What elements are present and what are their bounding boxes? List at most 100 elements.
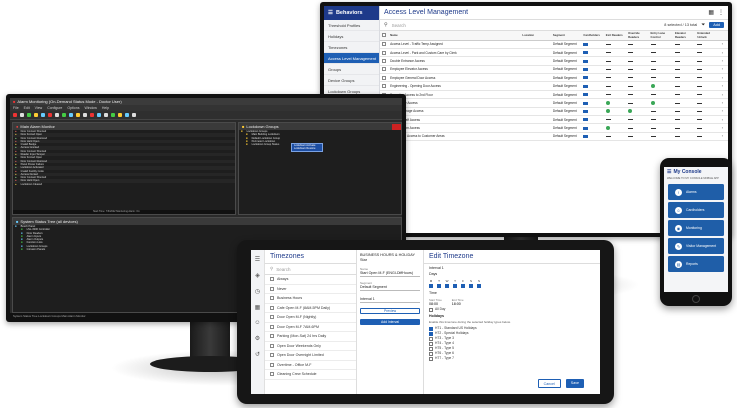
day-toggle[interactable]: F [461,279,465,288]
toolbar-icon[interactable] [83,113,87,117]
chevron-right-icon[interactable]: › [722,118,723,122]
access-level-name[interactable]: Parking Garage Access [388,107,521,117]
table-row[interactable]: Main Lobby Access Default Segment › [380,98,728,108]
row-open-cell[interactable]: › [719,115,728,125]
select-all-header[interactable] [380,31,389,41]
chevron-right-icon[interactable]: › [722,93,723,97]
row-open-cell[interactable]: › [719,98,728,108]
sidebar-item-timezones[interactable]: Timezones [324,42,379,53]
row-open-cell[interactable]: › [719,73,728,83]
list-item[interactable]: Cafe Open M-F (8AM-5PM Daily) [265,304,356,313]
menu-icon[interactable]: ☰ [255,256,260,263]
start-time-field[interactable]: Start Time 08:00 [429,298,442,306]
menu-item[interactable]: Options [67,106,79,110]
toolbar-icon[interactable] [41,113,45,117]
access-level-name[interactable]: Access Level - Park and Custom Care by C… [388,48,521,58]
cancel-button[interactable]: Cancel [537,379,561,388]
search-input[interactable]: Search [276,267,290,272]
row-open-cell[interactable]: › [719,107,728,117]
add-button[interactable]: Add [709,22,724,28]
row-checkbox[interactable] [380,73,389,83]
checkbox-icon[interactable] [270,353,274,358]
menu-item[interactable]: View [35,106,43,110]
day-toggle[interactable]: S [469,279,473,288]
table-row[interactable]: Engineering - Opening Door Access Default… [380,81,728,91]
toolbar-icon[interactable] [132,113,136,117]
chevron-right-icon[interactable]: › [722,59,723,63]
table-row[interactable]: Access Level - Park and Custom Care by C… [380,48,728,58]
menu-item[interactable]: Configure [47,106,62,110]
row-checkbox[interactable] [380,65,389,75]
access-level-name[interactable]: Employee Elevator Access [388,65,521,75]
checkbox-icon[interactable] [270,334,274,339]
grid-icon[interactable]: ▦ [255,304,261,311]
add-interval-button[interactable]: Add Interval [360,318,420,325]
table-row[interactable]: Employee Elevator Access Default Segment › [380,65,728,75]
checkbox-icon[interactable] [270,362,274,367]
day-toggle[interactable]: T [453,279,457,288]
cardholders-cell[interactable] [581,132,604,142]
checkbox-icon[interactable] [270,286,274,291]
menu-item[interactable]: File [13,106,19,110]
column-header[interactable]: Name [388,31,521,41]
clock-icon[interactable]: ◷ [255,288,260,295]
search-input[interactable]: Search [392,23,661,28]
interval-row[interactable]: Interval 1 [360,297,420,303]
access-level-name[interactable]: Double Entrance Access [388,56,521,66]
row-checkbox[interactable] [380,48,389,58]
checkbox-icon[interactable] [270,315,274,320]
list-item[interactable]: Overtime - Office M-F [265,361,356,370]
list-item[interactable]: Business Hours [265,294,356,304]
toolbar-icon[interactable] [27,113,31,117]
row-checkbox[interactable] [380,40,389,49]
chevron-right-icon[interactable]: › [722,67,723,71]
column-header[interactable]: Location [520,31,551,41]
context-menu-item[interactable]: Lockdown Restore [292,147,322,150]
chevron-right-icon[interactable]: › [722,42,723,46]
home-button[interactable] [692,295,700,303]
table-row[interactable]: Warehouse Access to Customer Areas Defaul… [380,132,728,142]
tile-alarms[interactable]: ! Alarms [668,184,724,200]
access-level-name[interactable]: Server Room Access [388,123,521,133]
day-toggle[interactable]: S [477,279,481,288]
cardholders-cell[interactable] [581,115,604,125]
checkbox-icon[interactable] [270,372,274,377]
toolbar-icon[interactable] [62,113,66,117]
checkbox-icon[interactable] [270,324,274,329]
access-level-name[interactable]: Employee General Door Access [388,73,521,83]
chevron-right-icon[interactable]: › [722,101,723,105]
preview-button[interactable]: Preview [360,307,420,314]
chevron-right-icon[interactable]: › [722,51,723,55]
cardholders-cell[interactable] [581,107,604,117]
alarm-row[interactable]: ● Lockdown Cleared [13,183,235,186]
access-level-name[interactable]: Access Level - Traffic Temp Assigned [388,40,521,49]
checkbox-icon[interactable] [270,296,274,301]
list-item[interactable]: Parking (Mon-Sat) 24 hrs Daily [265,332,356,342]
history-icon[interactable]: ↺ [255,351,260,358]
table-row[interactable]: Security Staff Access Default Segment › [380,115,728,125]
row-open-cell[interactable]: › [719,132,728,142]
cardholders-cell[interactable] [581,123,604,133]
checkbox-icon[interactable] [270,277,274,282]
user-icon[interactable]: ☺ [254,320,260,326]
access-level-name[interactable]: Main Lobby Access [388,98,521,108]
tile-monitoring[interactable]: ◉ Monitoring [668,220,724,236]
checkbox-icon[interactable] [270,343,274,348]
row-open-cell[interactable]: › [719,123,728,133]
table-row[interactable]: Executive Access to 2nd Floor Default Seg… [380,90,728,100]
cardholders-cell[interactable] [581,81,604,91]
toolbar-icon[interactable] [111,113,115,117]
row-open-cell[interactable]: › [719,90,728,100]
shield-icon[interactable]: ◈ [255,272,260,279]
filter-icon[interactable]: ⏷ [701,22,705,28]
access-level-name[interactable]: Engineering - Opening Door Access [388,81,521,91]
day-toggle[interactable]: M [429,279,433,288]
toolbar-icon[interactable] [118,113,122,117]
access-level-name[interactable]: Executive Access to 2nd Floor [388,90,521,100]
cardholders-cell[interactable] [581,65,604,75]
access-level-name[interactable]: Warehouse Access to Customer Areas [388,132,521,142]
list-item[interactable]: Open Door Weekends Only [265,342,356,351]
column-header[interactable]: Elevator Readers [672,31,696,41]
table-row[interactable]: Double Entrance Access Default Segment › [380,56,728,66]
chevron-right-icon[interactable]: › [722,134,723,138]
